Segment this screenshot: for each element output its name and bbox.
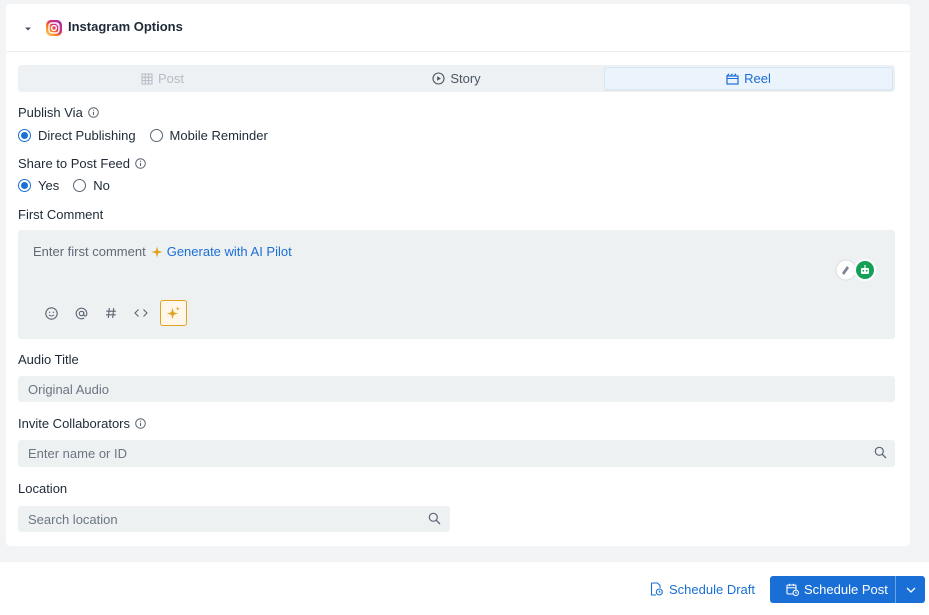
chevron-down-icon xyxy=(906,587,915,593)
sparkle-icon xyxy=(151,246,163,257)
tab-story[interactable]: Story xyxy=(312,67,601,90)
radio-direct-publishing-label: Direct Publishing xyxy=(38,128,136,143)
radio-direct-publishing[interactable]: Direct Publishing xyxy=(18,128,136,143)
radio-dot-selected[interactable] xyxy=(18,179,31,192)
search-icon[interactable] xyxy=(874,446,887,459)
info-icon[interactable] xyxy=(135,418,146,429)
hashtag-icon xyxy=(106,307,116,319)
tab-reel-label: Reel xyxy=(744,71,771,86)
first-comment-text: First Comment xyxy=(18,207,104,222)
location-text: Location xyxy=(18,481,68,496)
schedule-post-button[interactable]: Schedule Post xyxy=(770,576,925,603)
instagram-options-panel: Instagram Options Post Story Reel Publis… xyxy=(6,4,910,546)
schedule-post-label: Schedule Post xyxy=(804,582,888,597)
location-label: Location xyxy=(18,481,67,496)
clapper-icon xyxy=(726,72,739,85)
generate-ai-link[interactable]: Generate with AI Pilot xyxy=(167,244,292,259)
schedule-options-dropdown[interactable] xyxy=(896,576,925,603)
audio-title-input[interactable] xyxy=(18,376,895,402)
radio-yes-label: Yes xyxy=(38,178,60,193)
radio-mobile-reminder-label: Mobile Reminder xyxy=(169,128,268,143)
publish-via-label: Publish Via xyxy=(18,105,99,120)
radio-dot[interactable] xyxy=(149,129,163,142)
invite-collaborators-label: Invite Collaborators xyxy=(18,416,146,431)
play-circle-icon xyxy=(432,72,445,85)
search-icon[interactable] xyxy=(428,512,441,525)
radio-no-label: No xyxy=(93,178,110,193)
publish-via-text: Publish Via xyxy=(18,105,83,120)
instagram-icon xyxy=(46,20,62,36)
grid-icon xyxy=(141,73,153,84)
schedule-draft-button[interactable]: Schedule Draft xyxy=(650,576,755,602)
info-icon[interactable] xyxy=(135,158,146,169)
publish-via-options: Direct Publishing Mobile Reminder xyxy=(18,128,282,143)
radio-no[interactable]: No xyxy=(73,178,110,193)
radio-dot-selected[interactable] xyxy=(18,129,31,142)
tab-story-label: Story xyxy=(450,71,481,86)
location-input[interactable] xyxy=(18,506,450,532)
sparkle-icon xyxy=(167,306,180,319)
panel-header[interactable]: Instagram Options xyxy=(6,4,910,52)
draft-clock-icon xyxy=(650,582,663,596)
audio-title-text: Audio Title xyxy=(18,352,79,367)
tab-reel[interactable]: Reel xyxy=(604,67,893,90)
code-button[interactable] xyxy=(126,302,156,324)
first-comment-placeholder-text: Enter first comment xyxy=(33,244,146,259)
schedule-draft-label: Schedule Draft xyxy=(669,581,755,597)
grammar-assistant-icon[interactable] xyxy=(835,258,879,282)
radio-mobile-reminder[interactable]: Mobile Reminder xyxy=(149,128,268,143)
mention-button[interactable] xyxy=(66,302,96,324)
info-icon[interactable] xyxy=(88,107,99,118)
share-feed-text: Share to Post Feed xyxy=(18,156,131,171)
calendar-clock-icon xyxy=(786,583,799,596)
first-comment-label: First Comment xyxy=(18,207,103,222)
code-icon xyxy=(134,309,148,317)
invite-collaborators-text: Invite Collaborators xyxy=(18,416,130,431)
radio-yes[interactable]: Yes xyxy=(18,178,59,193)
first-comment-placeholder[interactable]: Enter first comment Generate with AI Pil… xyxy=(33,244,292,259)
first-comment-editor[interactable]: Enter first comment Generate with AI Pil… xyxy=(18,230,895,339)
schedule-post-main[interactable]: Schedule Post xyxy=(770,576,895,603)
caret-down-icon[interactable] xyxy=(23,24,33,34)
tab-post-label: Post xyxy=(157,71,184,86)
hashtag-button[interactable] xyxy=(96,302,126,324)
tab-post[interactable]: Post xyxy=(18,67,307,90)
ai-pilot-button[interactable] xyxy=(160,300,187,326)
audio-title-label: Audio Title xyxy=(18,352,79,367)
footer-bar: Schedule Draft Schedule Post xyxy=(0,562,929,615)
post-type-tabs: Post Story Reel xyxy=(18,65,895,92)
radio-dot[interactable] xyxy=(73,179,87,192)
comment-toolbar xyxy=(36,300,187,326)
at-icon xyxy=(75,307,87,319)
share-feed-label: Share to Post Feed xyxy=(18,156,146,171)
smiley-icon xyxy=(44,306,58,320)
collaborators-input[interactable] xyxy=(18,440,895,467)
panel-title: Instagram Options xyxy=(68,19,183,34)
emoji-button[interactable] xyxy=(36,302,66,324)
share-feed-options: Yes No xyxy=(18,178,124,193)
